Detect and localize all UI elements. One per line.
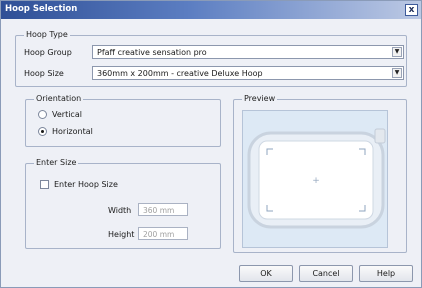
- hoop-size-label: Hoop Size: [24, 69, 64, 78]
- preview-legend: Preview: [242, 94, 278, 104]
- hoop-group-label: Hoop Group: [24, 48, 72, 57]
- orientation-group: Orientation Vertical Horizontal: [25, 94, 221, 147]
- horizontal-radio[interactable]: [38, 127, 47, 136]
- vertical-radio-label[interactable]: Vertical: [52, 110, 82, 120]
- orientation-legend: Orientation: [34, 94, 84, 104]
- chevron-down-icon[interactable]: ▼: [392, 68, 402, 78]
- width-value: 360 mm: [143, 206, 175, 215]
- enter-hoop-size-label[interactable]: Enter Hoop Size: [54, 180, 118, 190]
- cancel-button[interactable]: Cancel: [299, 265, 353, 282]
- hoop-size-select[interactable]: 360mm x 200mm - creative Deluxe Hoop ▼: [92, 66, 404, 80]
- hoop-group-value: Pfaff creative sensation pro: [97, 48, 207, 57]
- center-marker: +: [312, 176, 320, 186]
- hoop-preview-drawing: +: [247, 128, 386, 229]
- chevron-down-icon[interactable]: ▼: [392, 47, 402, 57]
- hoop-type-group: Hoop Type Hoop Group Pfaff creative sens…: [15, 30, 407, 87]
- title-bar[interactable]: Hoop Selection x: [1, 1, 421, 19]
- help-button[interactable]: Help: [359, 265, 413, 282]
- height-input[interactable]: 200 mm: [138, 227, 188, 240]
- hoop-selection-dialog: Hoop Selection x Hoop Type Hoop Group Pf…: [0, 0, 422, 288]
- hoop-group-select[interactable]: Pfaff creative sensation pro ▼: [92, 45, 404, 59]
- enter-size-group: Enter Size Enter Hoop Size Width 360 mm …: [25, 158, 221, 249]
- hoop-size-value: 360mm x 200mm - creative Deluxe Hoop: [97, 69, 263, 78]
- close-button[interactable]: x: [405, 4, 418, 16]
- horizontal-radio-label[interactable]: Horizontal: [52, 127, 93, 137]
- ok-button[interactable]: OK: [239, 265, 293, 282]
- window-title: Hoop Selection: [5, 4, 78, 14]
- height-value: 200 mm: [143, 230, 175, 239]
- hoop-clamp: [374, 128, 386, 144]
- hoop-preview-canvas: +: [242, 110, 388, 248]
- width-input[interactable]: 360 mm: [138, 203, 188, 216]
- vertical-radio[interactable]: [38, 110, 47, 119]
- hoop-type-legend: Hoop Type: [24, 30, 70, 40]
- enter-size-legend: Enter Size: [34, 158, 79, 168]
- width-label: Width: [108, 206, 132, 215]
- height-label: Height: [108, 230, 135, 239]
- enter-hoop-size-checkbox[interactable]: [40, 180, 49, 189]
- preview-group: Preview +: [233, 94, 407, 253]
